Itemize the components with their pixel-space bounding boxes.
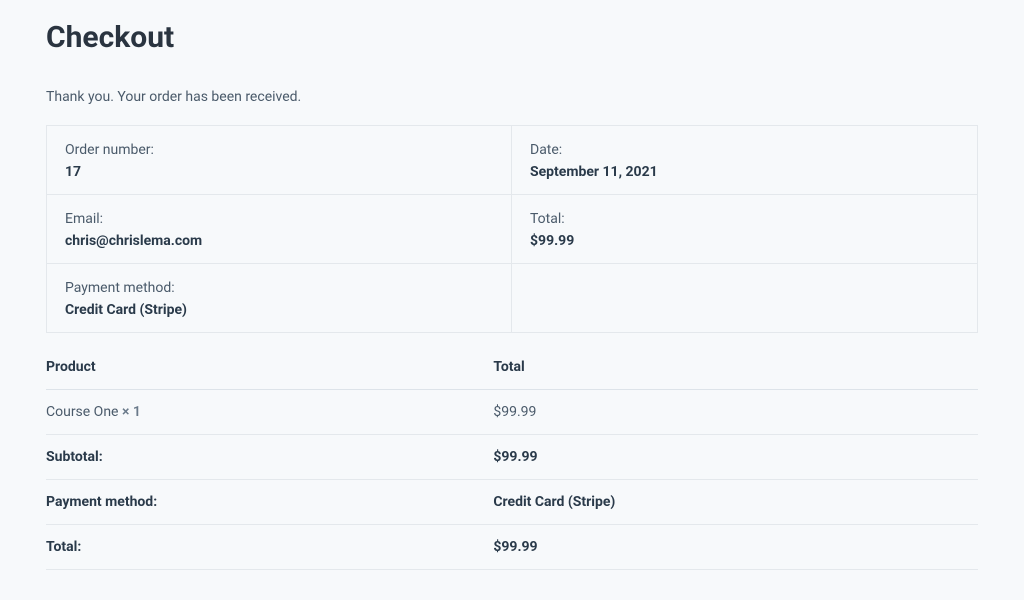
- table-row-item: Course One × 1 $99.99: [46, 390, 978, 435]
- payment-method-label: Payment method:: [46, 480, 493, 525]
- table-row-subtotal: Subtotal: $99.99: [46, 435, 978, 480]
- payment-method-value: Credit Card (Stripe): [493, 480, 978, 525]
- table-header-row: Product Total: [46, 347, 978, 390]
- order-number-label: Order number:: [65, 142, 493, 158]
- order-email-cell: Email: chris@chrislema.com: [47, 195, 512, 264]
- order-date-cell: Date: September 11, 2021: [512, 126, 977, 195]
- total-value: $99.99: [493, 525, 978, 570]
- subtotal-value: $99.99: [493, 435, 978, 480]
- page-title: Checkout: [46, 20, 978, 55]
- subtotal-label: Subtotal:: [46, 435, 493, 480]
- order-number-value: 17: [65, 164, 493, 180]
- total-label: Total:: [46, 525, 493, 570]
- order-total-cell: Total: $99.99: [512, 195, 977, 264]
- order-email-label: Email:: [65, 211, 493, 227]
- item-name: Course One: [46, 404, 122, 420]
- order-payment-value: Credit Card (Stripe): [65, 302, 493, 318]
- order-details-table: Product Total Course One × 1 $99.99 Subt…: [46, 347, 978, 570]
- table-row-payment: Payment method: Credit Card (Stripe): [46, 480, 978, 525]
- header-product: Product: [46, 347, 493, 390]
- item-total: $99.99: [493, 390, 978, 435]
- order-empty-cell: [512, 264, 977, 332]
- item-qty: × 1: [122, 404, 141, 420]
- item-name-cell: Course One × 1: [46, 390, 493, 435]
- order-payment-label: Payment method:: [65, 280, 493, 296]
- order-payment-cell: Payment method: Credit Card (Stripe): [47, 264, 512, 332]
- header-total: Total: [493, 347, 978, 390]
- thankyou-message: Thank you. Your order has been received.: [46, 89, 978, 105]
- order-total-label: Total:: [530, 211, 959, 227]
- order-total-value: $99.99: [530, 233, 959, 249]
- table-row-total: Total: $99.99: [46, 525, 978, 570]
- order-date-value: September 11, 2021: [530, 164, 959, 180]
- order-email-value: chris@chrislema.com: [65, 233, 493, 249]
- order-summary: Order number: 17 Date: September 11, 202…: [46, 125, 978, 333]
- order-number-cell: Order number: 17: [47, 126, 512, 195]
- order-date-label: Date:: [530, 142, 959, 158]
- checkout-page: Checkout Thank you. Your order has been …: [0, 0, 1024, 600]
